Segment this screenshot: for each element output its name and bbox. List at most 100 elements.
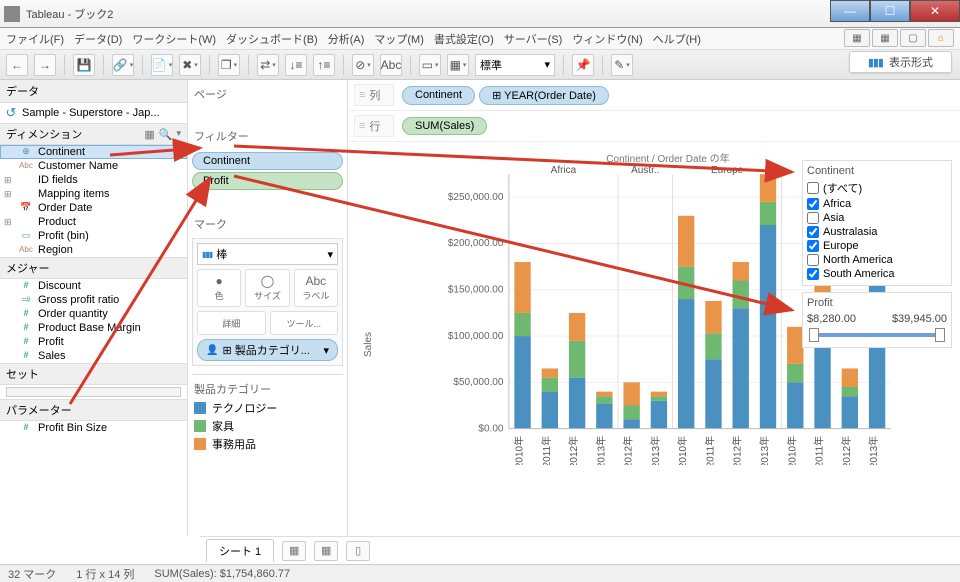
- data-source[interactable]: Sample - Superstore - Jap...: [0, 103, 187, 123]
- highlight-button[interactable]: ✎: [611, 54, 633, 76]
- window-close-button[interactable]: ✕: [910, 0, 960, 22]
- marks-card: 棒▾ ●色◯サイズAbcラベル 詳細ツール... ⊞ 製品カテゴリ...▾: [192, 238, 343, 366]
- svg-text:$250,000.00: $250,000.00: [448, 192, 504, 203]
- menu-map[interactable]: マップ(M): [374, 31, 424, 47]
- mark-icon-サイズ[interactable]: ◯サイズ: [245, 269, 289, 307]
- filter-check-Africa[interactable]: Africa: [807, 197, 947, 211]
- shelf-pill[interactable]: Continent: [402, 86, 475, 105]
- field-product[interactable]: ⊞Product: [0, 215, 187, 229]
- label-button[interactable]: Abc: [380, 54, 402, 76]
- shelf-pill[interactable]: ⊞ YEAR(Order Date): [479, 86, 609, 105]
- marks-pill-category[interactable]: ⊞ 製品カテゴリ...▾: [197, 339, 338, 361]
- mark-icon-ツール...[interactable]: ツール...: [270, 311, 339, 335]
- continent-filter-card: Continent (すべて)AfricaAsiaAustralasiaEuro…: [802, 160, 952, 286]
- field-gross-profit-ratio[interactable]: Gross profit ratio: [0, 293, 187, 307]
- field-profit-bin-[interactable]: Profit (bin): [0, 229, 187, 243]
- menu-server[interactable]: サーバー(S): [504, 31, 563, 47]
- field-region[interactable]: Region: [0, 243, 187, 257]
- profit-min: $8,280.00: [807, 313, 856, 325]
- filter-check-North America[interactable]: North America: [807, 253, 947, 267]
- legend-item[interactable]: 事務用品: [192, 435, 343, 453]
- svg-text:2010年: 2010年: [785, 436, 798, 465]
- field-id-fields[interactable]: ⊞ID fields: [0, 173, 187, 187]
- menu-window[interactable]: ウィンドウ(N): [572, 31, 642, 47]
- field-customer-name[interactable]: Customer Name: [0, 159, 187, 173]
- shelf-pill[interactable]: SUM(Sales): [402, 117, 487, 135]
- field-profit[interactable]: Profit: [0, 335, 187, 349]
- mark-type-select[interactable]: 棒▾: [197, 243, 338, 265]
- svg-text:$0.00: $0.00: [478, 423, 503, 434]
- window-maximize-button[interactable]: ☐: [870, 0, 910, 22]
- measures-list: DiscountGross profit ratioOrder quantity…: [0, 279, 187, 363]
- new-ws-button[interactable]: 📄: [151, 54, 173, 76]
- category-legend: 製品カテゴリー テクノロジー家具事務用品: [192, 374, 343, 453]
- mark-icon-色[interactable]: ●色: [197, 269, 241, 307]
- svg-text:$100,000.00: $100,000.00: [448, 331, 504, 342]
- sort-asc-button[interactable]: ↓≡: [285, 54, 307, 76]
- sort-desc-button[interactable]: ↑≡: [313, 54, 335, 76]
- mark-icon-ラベル[interactable]: Abcラベル: [294, 269, 338, 307]
- profit-filter-card: Profit $8,280.00 $39,945.00: [802, 292, 952, 348]
- mode-btn-1[interactable]: ▦: [844, 29, 870, 47]
- new-sheet-button[interactable]: ▦: [282, 541, 306, 561]
- mode-btn-3[interactable]: ▢: [900, 29, 926, 47]
- svg-text:2012年: 2012年: [622, 436, 635, 465]
- field-order-quantity[interactable]: Order quantity: [0, 307, 187, 321]
- svg-text:2011年: 2011年: [540, 436, 553, 465]
- mode-btn-home[interactable]: ⌂: [928, 29, 954, 47]
- group-button[interactable]: ⊘: [352, 54, 374, 76]
- redo-button[interactable]: →: [34, 54, 56, 76]
- swap-button[interactable]: ⇄: [257, 54, 279, 76]
- mode-btn-2[interactable]: ▦: [872, 29, 898, 47]
- clear-button[interactable]: ✖: [179, 54, 201, 76]
- menu-data[interactable]: データ(D): [74, 31, 122, 47]
- cards-button[interactable]: ▦: [447, 54, 469, 76]
- field-discount[interactable]: Discount: [0, 279, 187, 293]
- legend-item[interactable]: テクノロジー: [192, 399, 343, 417]
- sets-header: セット: [0, 363, 187, 385]
- filter-check-Australasia[interactable]: Australasia: [807, 225, 947, 239]
- dimensions-header: ディメンション ▦ 🔍 ▾: [0, 123, 187, 145]
- field-product-base-margin[interactable]: Product Base Margin: [0, 321, 187, 335]
- pages-shelf-label: ページ: [192, 84, 343, 104]
- menu-format[interactable]: 書式設定(O): [434, 31, 494, 47]
- field-sales[interactable]: Sales: [0, 349, 187, 363]
- profit-slider[interactable]: [811, 333, 943, 337]
- sheet-tab-1[interactable]: シート 1: [206, 539, 274, 562]
- view-icon[interactable]: ▦: [144, 128, 154, 141]
- menu-worksheet[interactable]: ワークシート(W): [132, 31, 216, 47]
- connect-button[interactable]: 🔗: [112, 54, 134, 76]
- legend-item[interactable]: 家具: [192, 417, 343, 435]
- save-button[interactable]: 💾: [73, 54, 95, 76]
- show-me-button[interactable]: 表示形式: [849, 51, 952, 73]
- field-order-date[interactable]: Order Date: [0, 201, 187, 215]
- filter-check-Asia[interactable]: Asia: [807, 211, 947, 225]
- new-story-button[interactable]: ▯: [346, 541, 370, 561]
- menu-analysis[interactable]: 分析(A): [328, 31, 365, 47]
- mark-icon-詳細[interactable]: 詳細: [197, 311, 266, 335]
- field-profit-bin-size[interactable]: Profit Bin Size: [0, 421, 187, 435]
- statusbar: 32 マーク 1 行 x 14 列 SUM(Sales): $1,754,860…: [0, 564, 960, 582]
- menu-dashboard[interactable]: ダッシュボード(B): [226, 31, 318, 47]
- window-minimize-button[interactable]: —: [830, 0, 870, 22]
- app-icon: [4, 6, 20, 22]
- dup-button[interactable]: ❐: [218, 54, 240, 76]
- field-mapping-items[interactable]: ⊞Mapping items: [0, 187, 187, 201]
- undo-button[interactable]: ←: [6, 54, 28, 76]
- pin-button[interactable]: 📌: [572, 54, 594, 76]
- search-icon[interactable]: 🔍: [159, 128, 173, 141]
- svg-text:2010年: 2010年: [513, 436, 526, 465]
- fit-select[interactable]: 標準▾: [475, 54, 555, 76]
- svg-text:2013年: 2013年: [649, 436, 662, 465]
- filter-pill-continent[interactable]: Continent: [192, 152, 343, 170]
- filter-check-(すべて)[interactable]: (すべて): [807, 179, 947, 197]
- presentation-button[interactable]: ▭: [419, 54, 441, 76]
- menu-file[interactable]: ファイル(F): [6, 31, 64, 47]
- field-continent[interactable]: Continent: [0, 145, 187, 159]
- filter-check-South America[interactable]: South America: [807, 267, 947, 281]
- new-dashboard-button[interactable]: ▦: [314, 541, 338, 561]
- menu-help[interactable]: ヘルプ(H): [653, 31, 701, 47]
- filter-check-Europe[interactable]: Europe: [807, 239, 947, 253]
- svg-text:$150,000.00: $150,000.00: [448, 285, 504, 296]
- filter-pill-profit[interactable]: Profit: [192, 172, 343, 190]
